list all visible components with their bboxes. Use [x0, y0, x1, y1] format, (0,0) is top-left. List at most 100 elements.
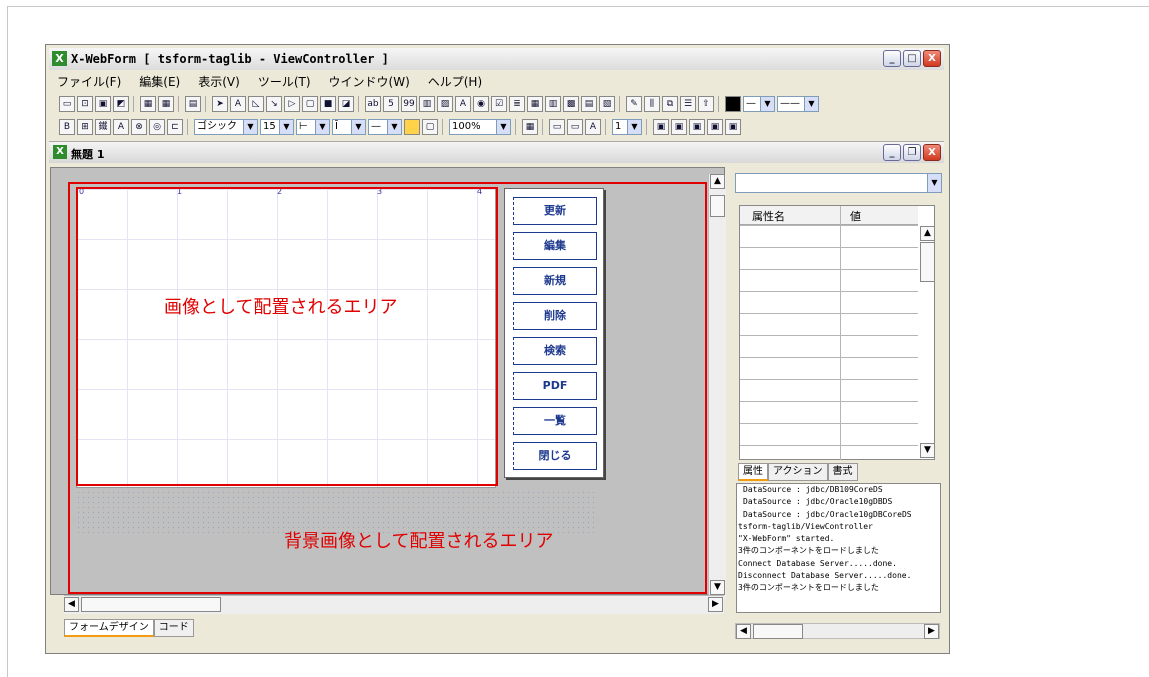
right-hscroll-thumb[interactable]	[753, 624, 803, 639]
bars-icon[interactable]: ⫼	[644, 96, 660, 112]
layers-icon[interactable]: ⧉	[662, 96, 678, 112]
canvas-horizontal-scrollbar[interactable]: ◀ ▶	[64, 595, 724, 614]
eye-icon[interactable]: ◎	[149, 119, 165, 135]
bold-icon[interactable]: B	[59, 119, 75, 135]
prop-scroll-thumb[interactable]	[920, 242, 935, 282]
rect-tool-icon[interactable]: ▢	[302, 96, 318, 112]
right-scroll-right-icon[interactable]: ▶	[924, 624, 939, 639]
save-icon[interactable]: ▣	[95, 96, 111, 112]
tab-form-design[interactable]: フォームデザイン	[64, 619, 154, 637]
form-button-pdf[interactable]: PDF	[513, 372, 597, 400]
properties-grid[interactable]	[740, 225, 918, 460]
pointer-icon[interactable]: ➤	[212, 96, 228, 112]
menu-tools[interactable]: ツール(T)	[258, 73, 311, 90]
maximize-button[interactable]: □	[903, 50, 921, 67]
textbox-tool-icon[interactable]: A	[455, 96, 471, 112]
form-button-edit[interactable]: 編集	[513, 232, 597, 260]
font-select[interactable]: ゴシック ▼	[194, 119, 258, 135]
form-button-new[interactable]: 新規	[513, 267, 597, 295]
tab-actions[interactable]: アクション	[768, 463, 828, 481]
scroll-up-icon[interactable]: ▲	[710, 174, 725, 189]
no-entry-icon[interactable]: ⊗	[131, 119, 147, 135]
folder-icon[interactable]: ▭	[549, 119, 565, 135]
table-tool-icon[interactable]: ▦	[527, 96, 543, 112]
component-select[interactable]: ▼	[735, 173, 942, 193]
kanji-icon[interactable]: 鐵	[95, 119, 111, 135]
tab-code[interactable]: コード	[153, 619, 194, 637]
new-file-icon[interactable]: ▭	[59, 96, 75, 112]
radio-tool-icon[interactable]: ◉	[473, 96, 489, 112]
fill-rect-tool-icon[interactable]: ■	[320, 96, 336, 112]
polyline-tool-icon[interactable]: ▷	[284, 96, 300, 112]
tab-format[interactable]: 書式	[827, 463, 858, 481]
barcode-tool-icon[interactable]: ▥	[545, 96, 561, 112]
color-icon[interactable]	[725, 96, 741, 112]
qr-tool-icon[interactable]: ▩	[563, 96, 579, 112]
font-size-select[interactable]: 15 ▼	[260, 119, 294, 135]
form-button-search[interactable]: 検索	[513, 337, 597, 365]
menu-window[interactable]: ウインドウ(W)	[329, 73, 410, 90]
menu-view[interactable]: 表示(V)	[198, 73, 240, 90]
text-style-icon[interactable]: ⊞	[77, 119, 93, 135]
layout-icon[interactable]: ▦	[140, 96, 156, 112]
checkbox-tool-icon[interactable]: ☑	[491, 96, 507, 112]
right-horizontal-scrollbar[interactable]: ◀ ▶	[735, 623, 940, 639]
scroll-left-icon[interactable]: ◀	[64, 597, 79, 612]
form-button-list[interactable]: 一覧	[513, 407, 597, 435]
text-tool-icon[interactable]: A	[230, 96, 246, 112]
arrow-tool-icon[interactable]: ↘	[266, 96, 282, 112]
v-align-select[interactable]: Ī ▼	[332, 119, 366, 135]
border-select[interactable]: — ▼	[368, 119, 402, 135]
frame-icon[interactable]: ⊏	[167, 119, 183, 135]
label-icon[interactable]: A	[585, 119, 601, 135]
page1-icon[interactable]: ▣	[653, 119, 669, 135]
document-title-bar[interactable]: X 無題 1 _ ❐ X	[49, 141, 944, 163]
number-tool-icon[interactable]: 5	[383, 96, 399, 112]
page2-icon[interactable]: ▣	[671, 119, 687, 135]
folder2-icon[interactable]: ▭	[567, 119, 583, 135]
h-align-select[interactable]: ⊢ ▼	[296, 119, 330, 135]
page4-icon[interactable]: ▣	[707, 119, 723, 135]
line-width-select[interactable]: —— ▼	[777, 96, 819, 112]
doc-restore-button[interactable]: ❐	[903, 144, 921, 161]
image-tool-icon[interactable]: ◪	[338, 96, 354, 112]
preview-icon[interactable]: ▤	[185, 96, 201, 112]
field-tool-icon[interactable]: ▥	[419, 96, 435, 112]
label-tool-icon[interactable]: ab	[365, 96, 381, 112]
menu-edit[interactable]: 編集(E)	[139, 73, 180, 90]
line-tool-icon[interactable]: ◺	[248, 96, 264, 112]
tab-attributes[interactable]: 属性	[738, 463, 768, 481]
line-num-select[interactable]: 1 ▼	[612, 119, 642, 135]
prop-scroll-down-icon[interactable]: ▼	[920, 443, 935, 458]
counter-tool-icon[interactable]: 99	[401, 96, 417, 112]
page3-icon[interactable]: ▣	[689, 119, 705, 135]
hscroll-thumb[interactable]	[81, 597, 221, 612]
upload-icon[interactable]: ⇧	[698, 96, 714, 112]
misc-tool-icon[interactable]: ▧	[599, 96, 615, 112]
right-scroll-left-icon[interactable]: ◀	[736, 624, 751, 639]
doc-close-button[interactable]: X	[923, 144, 941, 161]
scroll-thumb[interactable]	[710, 195, 725, 217]
scroll-right-icon[interactable]: ▶	[708, 597, 723, 612]
title-bar[interactable]: X X-WebForm [ tsform-taglib - ViewContro…	[49, 48, 944, 70]
list-tool-icon[interactable]: ≣	[509, 96, 525, 112]
calculator-icon[interactable]: ▦	[522, 119, 538, 135]
grid-icon[interactable]: ▦	[158, 96, 174, 112]
menu-help[interactable]: ヘルプ(H)	[428, 73, 482, 90]
chart-tool-icon[interactable]: ▨	[437, 96, 453, 112]
page5-icon[interactable]: ▣	[725, 119, 741, 135]
minimize-button[interactable]: _	[883, 50, 901, 67]
fill-color-icon[interactable]	[404, 119, 420, 135]
clear-icon[interactable]: ▢	[422, 119, 438, 135]
edit-icon[interactable]: ◩	[113, 96, 129, 112]
open-file-icon[interactable]: ⊡	[77, 96, 93, 112]
scroll-down-icon[interactable]: ▼	[710, 580, 725, 595]
canvas-vertical-scrollbar[interactable]: ▲ ▼	[708, 174, 726, 599]
menu-file[interactable]: ファイル(F)	[57, 73, 121, 90]
zoom-select[interactable]: 100% ▼	[449, 119, 511, 135]
form-button-delete[interactable]: 削除	[513, 302, 597, 330]
form-button-update[interactable]: 更新	[513, 197, 597, 225]
subform-tool-icon[interactable]: ▤	[581, 96, 597, 112]
line-style-select[interactable]: — ▼	[743, 96, 775, 112]
pen-icon[interactable]: ✎	[626, 96, 642, 112]
